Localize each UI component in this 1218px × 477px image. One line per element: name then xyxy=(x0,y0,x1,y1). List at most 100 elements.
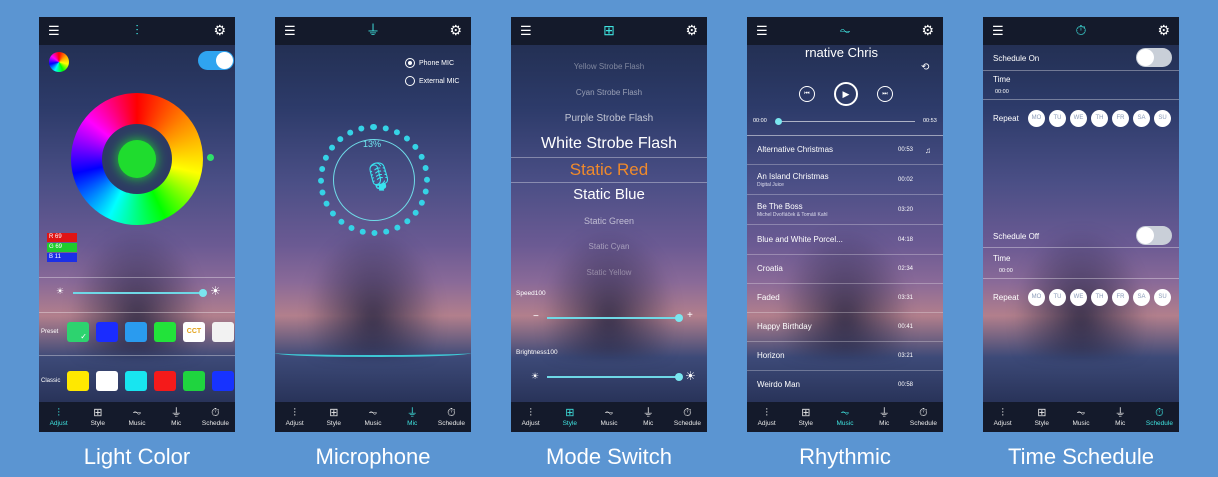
day-sa[interactable]: SA xyxy=(1133,110,1150,127)
song-row[interactable]: Horizon 03:21 xyxy=(747,342,943,371)
song-row[interactable]: Croatia 02:34 xyxy=(747,255,943,284)
tab-music[interactable]: ⏦ Music xyxy=(117,402,156,432)
tab-schedule[interactable]: ⏱ Schedule xyxy=(1140,402,1179,432)
tab-mic[interactable]: ⏚ Mic xyxy=(629,402,668,432)
day-su-2[interactable]: SU xyxy=(1154,289,1171,306)
song-row[interactable]: Be The Boss Michel Dvoříáček & Tomáš Kahl… xyxy=(747,196,943,225)
tab-mic[interactable]: ⏚ Mic xyxy=(865,402,904,432)
preset-swatch-4[interactable] xyxy=(154,322,176,342)
song-row[interactable]: Faded 03:31 xyxy=(747,284,943,313)
song-row[interactable]: An Island Christmas Digital Juice 00:02 xyxy=(747,166,943,195)
song-row[interactable]: Alternative Christmas 00:53 ♫ xyxy=(747,136,943,165)
list-icon[interactable]: ☰ xyxy=(48,24,60,37)
rgb-r-box[interactable]: R 69 xyxy=(47,233,77,242)
day-we-2[interactable]: WE xyxy=(1070,289,1087,306)
classic-swatch-3[interactable] xyxy=(125,371,147,391)
day-tu-2[interactable]: TU xyxy=(1049,289,1066,306)
power-toggle[interactable] xyxy=(198,51,234,70)
day-th-2[interactable]: TH xyxy=(1091,289,1108,306)
preset-swatch-2[interactable] xyxy=(96,322,118,342)
preset-swatch-6[interactable] xyxy=(212,322,234,342)
color-picker-icon[interactable] xyxy=(49,52,69,72)
mode-4-selected[interactable]: Static Red xyxy=(511,160,707,180)
classic-swatch-6[interactable] xyxy=(212,371,234,391)
previous-icon[interactable]: ⏮ xyxy=(799,86,815,102)
tab-style[interactable]: ⊞ Style xyxy=(78,402,117,432)
mode-1[interactable]: Cyan Strobe Flash xyxy=(511,88,707,97)
repeat-icon[interactable]: ⟲ xyxy=(921,62,929,73)
gear-icon[interactable]: ⚙ xyxy=(685,23,698,37)
play-icon[interactable]: ▶ xyxy=(834,82,858,106)
mode-6[interactable]: Static Green xyxy=(511,216,707,226)
tab-schedule[interactable]: ⏱ Schedule xyxy=(196,402,235,432)
song-row[interactable]: Blue and White Porcel... 04:18 xyxy=(747,226,943,255)
day-we[interactable]: WE xyxy=(1070,110,1087,127)
mode-7[interactable]: Static Cyan xyxy=(511,242,707,251)
time-value[interactable]: 00:00 xyxy=(995,89,1009,95)
list-icon[interactable]: ☰ xyxy=(520,24,532,37)
mode-0[interactable]: Yellow Strobe Flash xyxy=(511,62,707,71)
tab-adjust[interactable]: ⫶ Adjust xyxy=(747,402,786,432)
schedule-off-toggle[interactable] xyxy=(1136,226,1172,245)
song-row[interactable]: Weirdo Man 00:58 xyxy=(747,371,943,400)
speed-plus-icon[interactable]: + xyxy=(687,310,693,321)
day-fr[interactable]: FR xyxy=(1112,110,1129,127)
classic-swatch-5[interactable] xyxy=(183,371,205,391)
day-su[interactable]: SU xyxy=(1154,110,1171,127)
day-fr-2[interactable]: FR xyxy=(1112,289,1129,306)
rgb-b-box[interactable]: B 11 xyxy=(47,253,77,262)
mode-8[interactable]: Static Yellow xyxy=(511,268,707,277)
external-mic-option[interactable]: External MIC xyxy=(405,76,459,86)
tab-mic[interactable]: ⏚ Mic xyxy=(1101,402,1140,432)
tab-mic[interactable]: ⏚ Mic xyxy=(393,402,432,432)
brightness-slider[interactable] xyxy=(73,289,207,297)
mode-5[interactable]: Static Blue xyxy=(511,186,707,203)
list-icon[interactable]: ☰ xyxy=(756,24,768,37)
next-icon[interactable]: ⏭ xyxy=(877,86,893,102)
tab-adjust[interactable]: ⫶ Adjust xyxy=(511,402,550,432)
tab-music[interactable]: ⏦ Music xyxy=(353,402,392,432)
gear-icon[interactable]: ⚙ xyxy=(921,23,934,37)
tab-music[interactable]: ⏦ Music xyxy=(1061,402,1100,432)
day-sa-2[interactable]: SA xyxy=(1133,289,1150,306)
tab-style[interactable]: ⊞ Style xyxy=(550,402,589,432)
tab-music[interactable]: ⏦ Music xyxy=(589,402,628,432)
speed-minus-icon[interactable]: − xyxy=(533,311,539,322)
gear-icon[interactable]: ⚙ xyxy=(1157,23,1170,37)
list-icon[interactable]: ☰ xyxy=(992,24,1004,37)
progress-bar[interactable] xyxy=(775,118,915,125)
day-tu[interactable]: TU xyxy=(1049,110,1066,127)
rgb-g-box[interactable]: G 69 xyxy=(47,243,77,252)
tab-schedule[interactable]: ⏱ Schedule xyxy=(904,402,943,432)
preset-swatch-cct[interactable]: CCT xyxy=(183,322,205,342)
phone-mic-option[interactable]: Phone MIC xyxy=(405,58,454,68)
classic-swatch-4[interactable] xyxy=(154,371,176,391)
tab-adjust[interactable]: ⫶ Adjust xyxy=(275,402,314,432)
list-icon[interactable]: ☰ xyxy=(284,24,296,37)
mode-3[interactable]: White Strobe Flash xyxy=(511,135,707,153)
brightness-slider[interactable] xyxy=(547,373,683,381)
day-mo-2[interactable]: MO xyxy=(1028,289,1045,306)
preset-swatch-1[interactable]: ✓ xyxy=(67,322,89,342)
speed-slider[interactable] xyxy=(547,314,683,322)
tab-music[interactable]: ⏦ Music xyxy=(825,402,864,432)
classic-swatch-2[interactable] xyxy=(96,371,118,391)
tab-schedule[interactable]: ⏱ Schedule xyxy=(432,402,471,432)
classic-swatch-1[interactable] xyxy=(67,371,89,391)
color-wheel[interactable] xyxy=(71,93,203,225)
tab-mic[interactable]: ⏚ Mic xyxy=(157,402,196,432)
tab-style[interactable]: ⊞ Style xyxy=(314,402,353,432)
tab-style[interactable]: ⊞ Style xyxy=(1022,402,1061,432)
day-mo[interactable]: MO xyxy=(1028,110,1045,127)
wheel-handle[interactable] xyxy=(207,154,214,161)
time-value-2[interactable]: 00:00 xyxy=(999,268,1013,274)
tab-adjust[interactable]: ⫶ Adjust xyxy=(983,402,1022,432)
gear-icon[interactable]: ⚙ xyxy=(449,23,462,37)
day-th[interactable]: TH xyxy=(1091,110,1108,127)
preset-swatch-3[interactable] xyxy=(125,322,147,342)
mode-2[interactable]: Purple Strobe Flash xyxy=(511,113,707,124)
song-row[interactable]: Happy Birthday 00:41 xyxy=(747,313,943,342)
tab-adjust[interactable]: ⫶ Adjust xyxy=(39,402,78,432)
tab-schedule[interactable]: ⏱ Schedule xyxy=(668,402,707,432)
schedule-on-toggle[interactable] xyxy=(1136,48,1172,67)
